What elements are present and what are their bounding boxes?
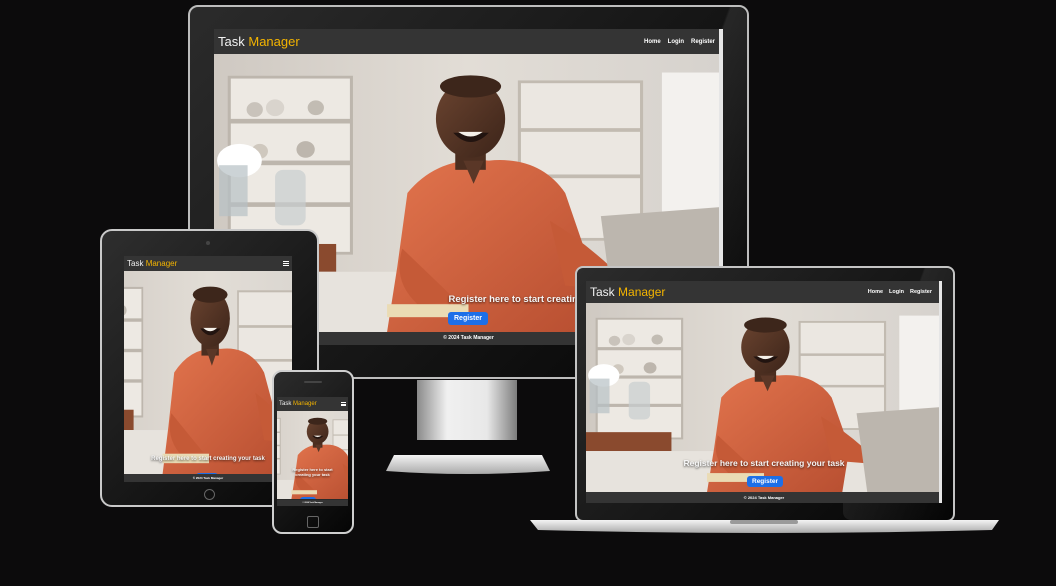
- navbar: Task Manager: [277, 397, 348, 411]
- hero-cta-text: Register here to start creating your tas…: [683, 458, 845, 468]
- brand-word-task: Task: [127, 259, 144, 268]
- brand-logo[interactable]: Task Manager: [127, 259, 177, 268]
- brand-word-task: Task: [218, 34, 245, 49]
- hero-register-button[interactable]: Register: [448, 312, 489, 325]
- hamburger-menu-icon[interactable]: [283, 261, 289, 266]
- brand-word-manager: Manager: [145, 259, 178, 268]
- hero-register-button[interactable]: Register: [300, 497, 317, 499]
- phone-home-button[interactable]: [307, 516, 319, 528]
- navbar: Task Manager Home Login Register: [214, 29, 723, 54]
- hero-register-wrap: Register: [196, 465, 219, 474]
- brand-logo[interactable]: Task Manager: [590, 285, 665, 299]
- hero-cta-text: Register here to start creating your tas…: [292, 467, 333, 477]
- brand-word-task: Task: [279, 401, 292, 407]
- tablet-screen: Task Manager Register here to start crea…: [124, 256, 292, 482]
- hero-register-wrap: Register: [448, 307, 489, 325]
- nav-login-link[interactable]: Login: [668, 39, 684, 45]
- hamburger-menu-icon[interactable]: [341, 402, 346, 406]
- hero-register-wrap: Register: [300, 488, 317, 499]
- footer: © 2024 Task Manager: [124, 474, 292, 482]
- brand-word-manager: Manager: [618, 285, 666, 299]
- hero-cta-text: Register here to start creating your tas…: [151, 456, 265, 462]
- nav-login-link[interactable]: Login: [889, 289, 904, 295]
- footer: © 2024 Task Manager: [277, 500, 348, 506]
- scrollbar[interactable]: [939, 281, 942, 503]
- navbar: Task Manager: [124, 256, 292, 271]
- nav-register-link[interactable]: Register: [910, 289, 932, 295]
- footer: © 2024 Task Manager: [586, 492, 942, 503]
- brand-word-task: Task: [590, 285, 615, 299]
- monitor-stand-graphic: [417, 380, 517, 440]
- hero-register-button[interactable]: Register: [747, 476, 784, 487]
- monitor-stand: [405, 380, 529, 450]
- brand-logo[interactable]: Task Manager: [279, 401, 317, 407]
- brand-word-manager: Manager: [248, 34, 300, 49]
- nav-links: Home Login Register: [868, 289, 932, 295]
- nav-home-link[interactable]: Home: [644, 39, 661, 45]
- navbar: Task Manager Home Login Register: [586, 281, 942, 303]
- laptop-base: [530, 520, 999, 534]
- laptop-screen: Task Manager Home Login Register Registe…: [586, 281, 942, 503]
- nav-register-link[interactable]: Register: [691, 39, 715, 45]
- tablet-home-button[interactable]: [204, 489, 215, 500]
- hero-image: Register here to start creating your tas…: [124, 271, 292, 474]
- hero-image: Register here to start creating your tas…: [277, 411, 348, 499]
- hero-photo: [124, 271, 292, 474]
- hero-photo: [277, 411, 348, 499]
- hero-register-wrap: Register: [747, 470, 784, 488]
- hero-image: Register here to start creating your tas…: [586, 303, 942, 492]
- brand-word-manager: Manager: [293, 401, 317, 407]
- brand-logo[interactable]: Task Manager: [218, 34, 300, 49]
- phone-speaker: [304, 381, 322, 383]
- tablet-camera: [206, 241, 210, 245]
- monitor-base: [386, 455, 550, 475]
- phone-screen: Task Manager Register here to start crea…: [277, 397, 348, 506]
- nav-links: Home Login Register: [644, 39, 715, 45]
- nav-home-link[interactable]: Home: [868, 289, 883, 295]
